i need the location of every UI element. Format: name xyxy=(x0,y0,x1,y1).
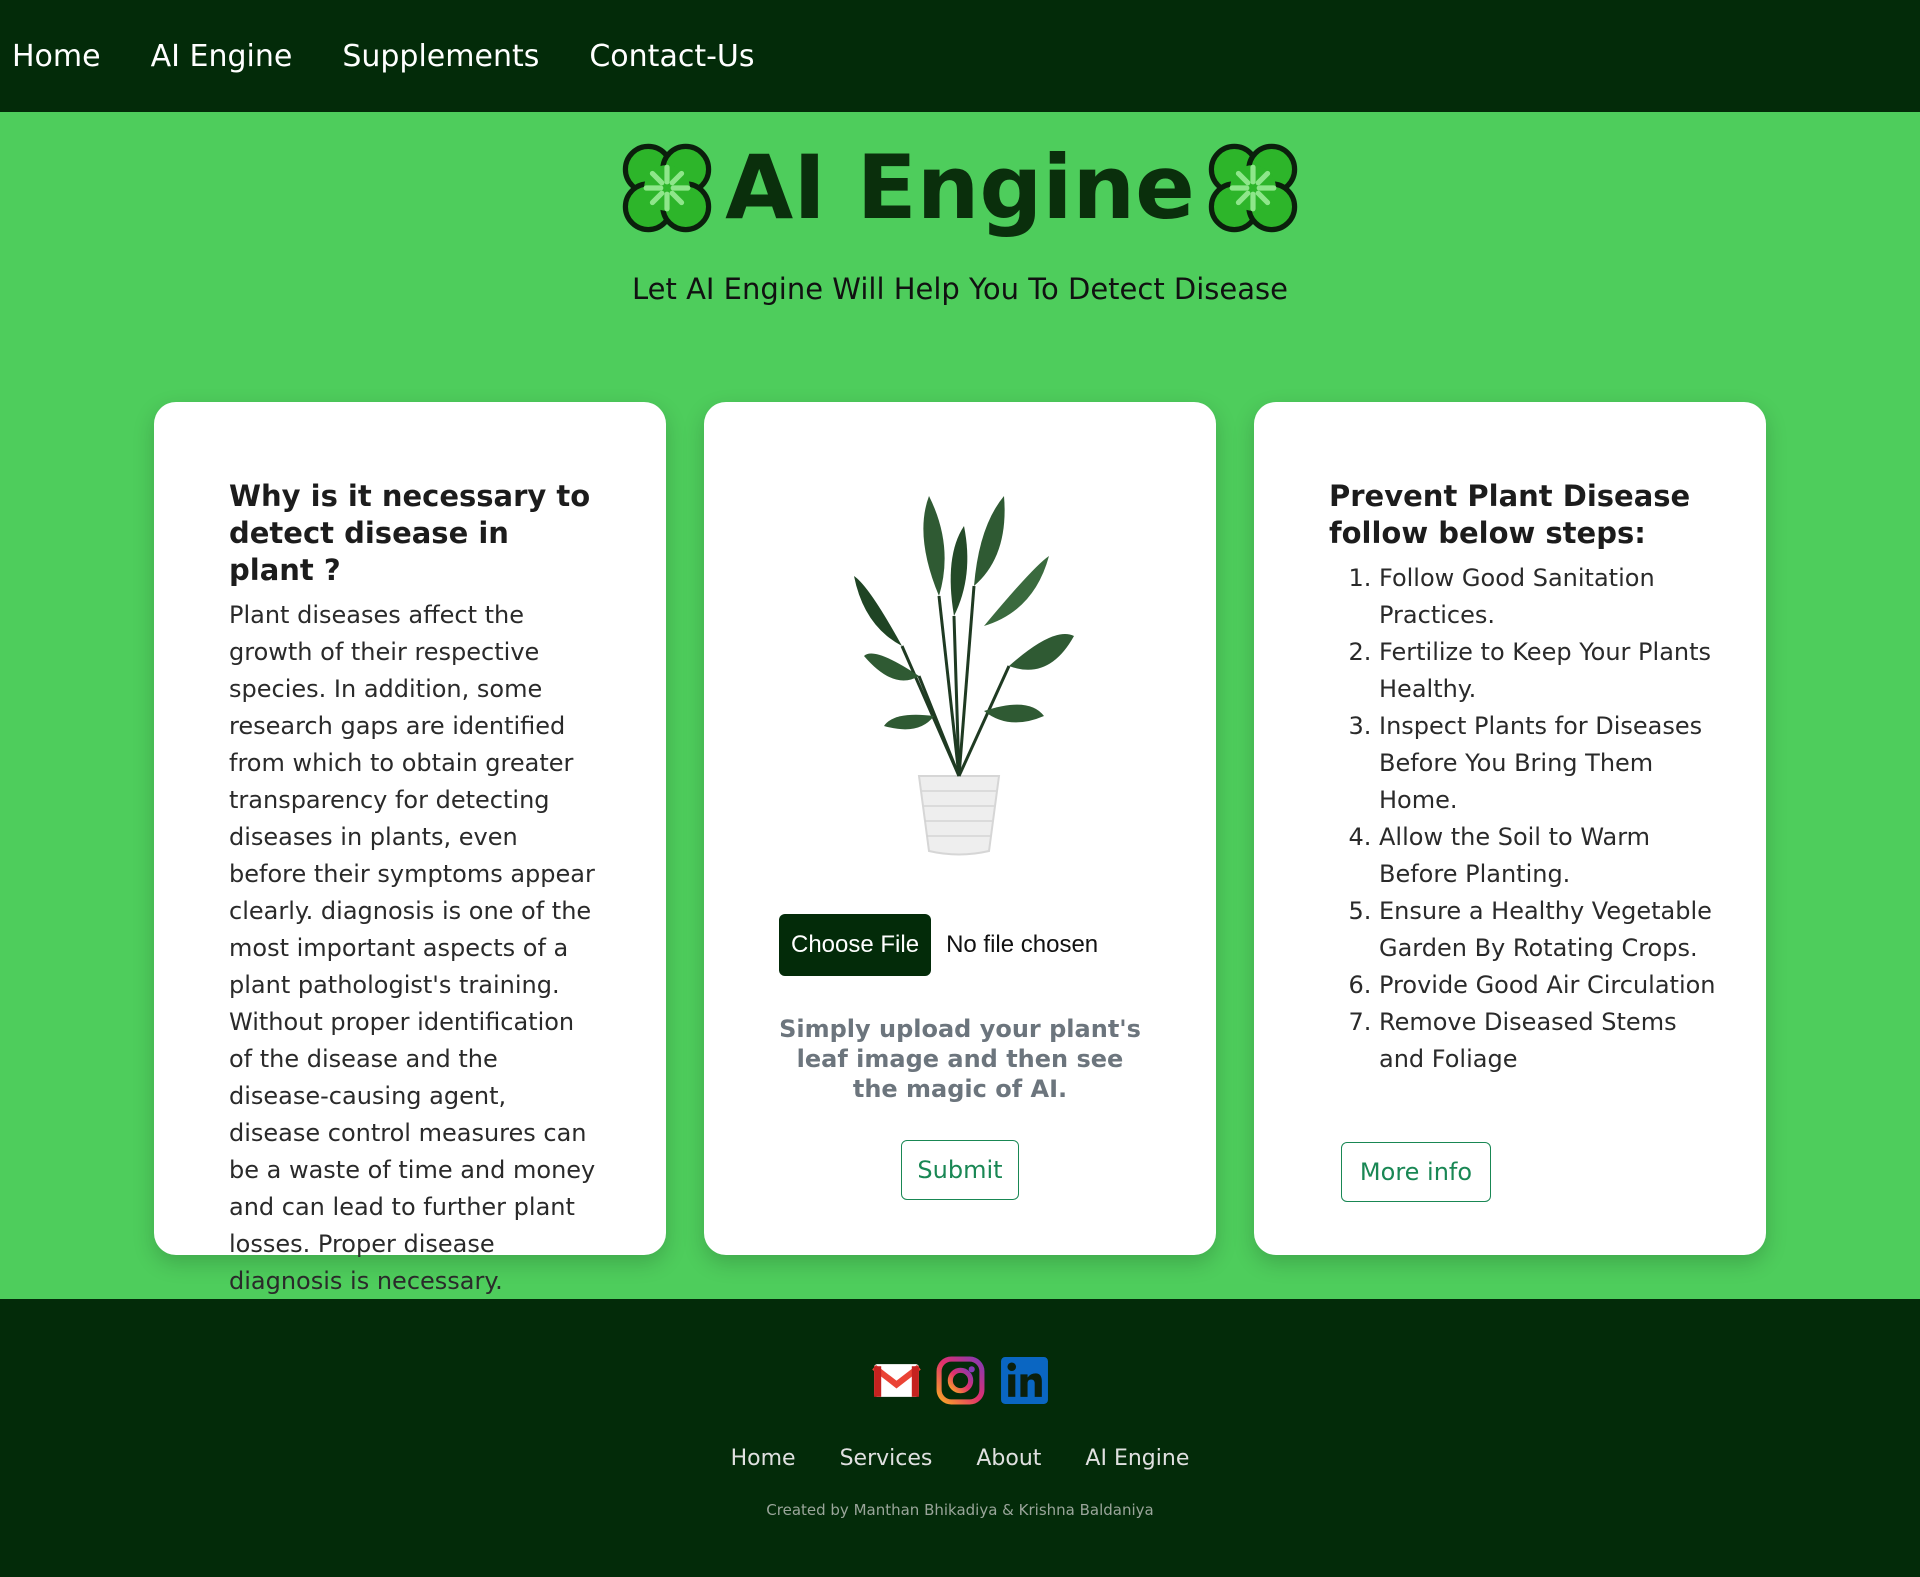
nav-supplements-link[interactable]: Supplements xyxy=(342,39,539,74)
four-leaf-clover-icon xyxy=(622,143,712,233)
linkedin-icon[interactable] xyxy=(999,1355,1050,1406)
upload-help-text: Simply upload your plant's leaf image an… xyxy=(779,1015,1141,1103)
page-subtitle: Let AI Engine Will Help You To Detect Di… xyxy=(632,272,1288,306)
four-leaf-clover-icon xyxy=(1208,143,1298,233)
list-item: Provide Good Air Circulation xyxy=(1379,967,1716,1004)
list-item: Follow Good Sanitation Practices. xyxy=(1379,560,1716,634)
hero-section: AI Engine Let AI Engine Will Help You To… xyxy=(0,112,1920,342)
info-card-heading: Why is it necessary to detect disease in… xyxy=(229,479,591,587)
footer-credit: Created by Manthan Bhikadiya & Krishna B… xyxy=(766,1501,1154,1519)
top-navbar: Home AI Engine Supplements Contact-Us xyxy=(0,0,1920,112)
cards-row: Why is it necessary to detect disease in… xyxy=(154,402,1766,1295)
gmail-icon[interactable] xyxy=(871,1355,922,1406)
footer-services-link[interactable]: Services xyxy=(840,1446,933,1471)
list-item: Fertilize to Keep Your Plants Healthy. xyxy=(1379,634,1716,708)
list-item: Allow the Soil to Warm Before Planting. xyxy=(1379,819,1716,893)
prevention-card: Prevent Plant Disease follow below steps… xyxy=(1254,402,1766,1255)
info-card: Why is it necessary to detect disease in… xyxy=(154,402,666,1295)
list-item: Inspect Plants for Diseases Before You B… xyxy=(1379,708,1716,819)
footer-ai-engine-link[interactable]: AI Engine xyxy=(1085,1446,1189,1471)
file-input[interactable]: Choose File No file chosen xyxy=(779,914,1098,976)
page-title-row: AI Engine xyxy=(609,136,1311,240)
choose-file-button[interactable]: Choose File xyxy=(779,914,932,976)
upload-card: Choose File No file chosen Simply upload… xyxy=(704,402,1216,1255)
list-item: Remove Diseased Stems and Foliage xyxy=(1379,1004,1716,1078)
nav-contact-link[interactable]: Contact-Us xyxy=(589,39,754,74)
file-status-text: No file chosen xyxy=(946,931,1099,958)
list-item: Ensure a Healthy Vegetable Garden By Rot… xyxy=(1379,893,1716,967)
instagram-icon[interactable] xyxy=(935,1355,986,1406)
page-title: AI Engine xyxy=(725,136,1195,239)
social-links xyxy=(0,1355,1920,1406)
prevention-card-heading: Prevent Plant Disease follow below steps… xyxy=(1329,479,1691,550)
nav-ai-engine-link[interactable]: AI Engine xyxy=(151,39,293,74)
footer-home-link[interactable]: Home xyxy=(731,1446,796,1471)
nav-home-link[interactable]: Home xyxy=(12,39,101,74)
more-info-button[interactable]: More info xyxy=(1341,1142,1491,1202)
info-card-body: Plant diseases affect the growth of thei… xyxy=(229,601,596,1295)
footer-about-link[interactable]: About xyxy=(976,1446,1041,1471)
potted-plant-image xyxy=(854,496,1074,856)
submit-button[interactable]: Submit xyxy=(901,1140,1019,1200)
prevention-steps-list: Follow Good Sanitation Practices. Fertil… xyxy=(1329,560,1716,1078)
footer-nav: Home Services About AI Engine xyxy=(0,1446,1920,1471)
page-footer: Home Services About AI Engine Created by… xyxy=(0,1299,1920,1577)
